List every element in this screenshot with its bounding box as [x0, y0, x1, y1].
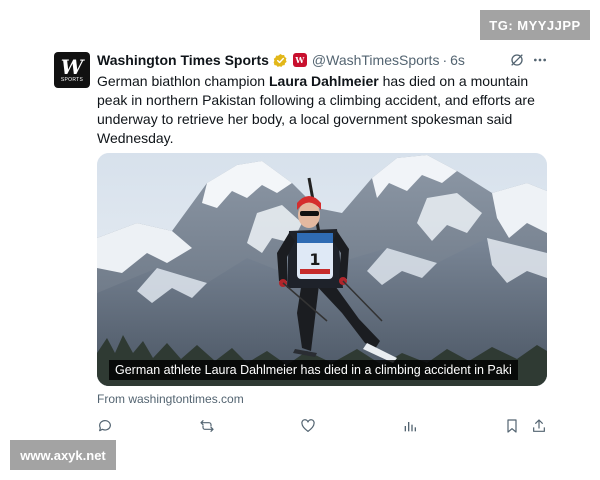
tweet-text: German biathlon champion Laura Dahlmeier… [97, 72, 552, 148]
grok-icon[interactable] [509, 52, 525, 68]
more-dots-icon[interactable] [532, 52, 548, 68]
views-chart-icon[interactable] [402, 418, 418, 434]
author-avatar[interactable]: W SPORTS [54, 52, 90, 88]
telegram-watermark-badge: TG: MYYJJPP [480, 10, 590, 40]
reply-icon[interactable] [97, 418, 113, 434]
biathlete-mountain-photo: 1 [97, 153, 547, 386]
tweet-text-mention: Laura Dahlmeier [269, 73, 379, 89]
avatar-monogram: W [60, 54, 84, 79]
bib-number: 1 [309, 250, 320, 269]
bookmark-icon[interactable] [504, 418, 520, 434]
site-watermark-badge: www.axyk.net [10, 440, 116, 470]
retweet-icon[interactable] [199, 418, 215, 434]
tweet-text-before: German biathlon champion [97, 73, 269, 89]
share-icon[interactable] [531, 418, 547, 434]
avatar-subtitle: SPORTS [60, 76, 84, 83]
tweet-timestamp[interactable]: 6s [450, 52, 465, 68]
author-handle[interactable]: @WashTimesSports [312, 52, 440, 68]
heart-icon[interactable] [300, 418, 316, 434]
tweet-media-image[interactable]: 1 German athlete Laura Dahlmeier has die… [97, 153, 547, 386]
tweet-actions-bar [97, 418, 549, 436]
author-name[interactable]: Washington Times Sports [97, 52, 269, 68]
tweet-header: Washington Times Sports W @WashTimesSpor… [97, 50, 547, 70]
media-caption: German athlete Laura Dahlmeier has died … [109, 360, 518, 380]
separator-dot: · [442, 52, 448, 68]
link-source[interactable]: From washingtontimes.com [97, 392, 244, 406]
org-affiliate-badge-icon[interactable]: W [292, 53, 307, 67]
verified-gold-badge-icon [273, 53, 288, 68]
